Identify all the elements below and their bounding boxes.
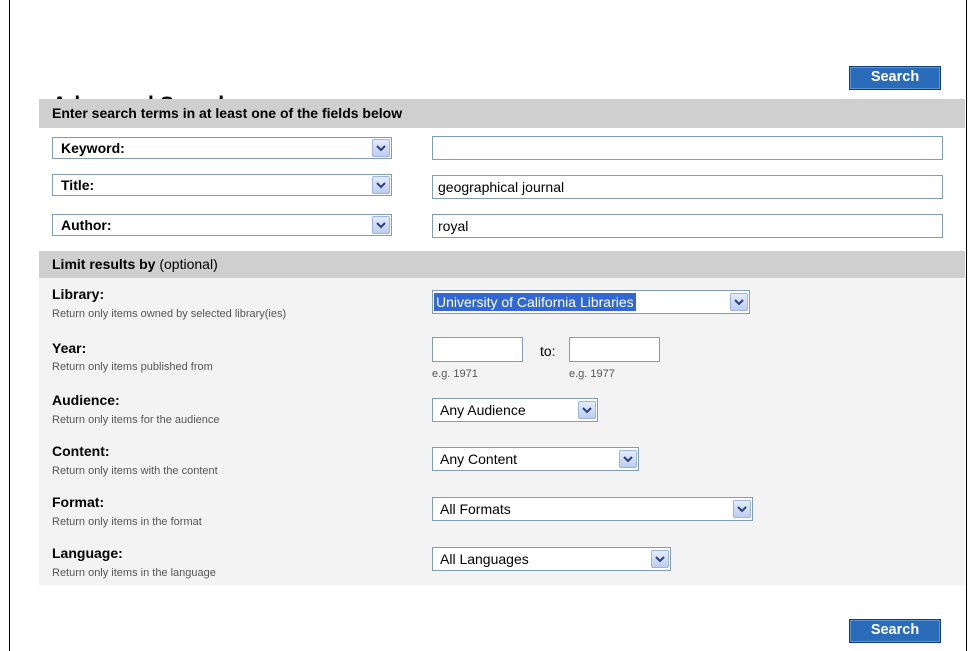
frame-right-border — [966, 0, 967, 651]
field-select-author[interactable]: Author: — [52, 214, 392, 236]
language-label: Language: — [52, 545, 123, 561]
limit-results-heading: Limit results by (optional) — [39, 251, 965, 278]
year-label: Year: — [52, 340, 87, 356]
chevron-down-icon[interactable] — [372, 139, 390, 157]
search-terms-heading-text: Enter search terms in at least one of th… — [52, 105, 403, 121]
year-from-input[interactable] — [432, 337, 523, 362]
library-select[interactable]: University of California Libraries — [432, 290, 750, 314]
chevron-down-icon[interactable] — [372, 176, 390, 194]
search-button-bottom[interactable]: Search — [849, 619, 941, 643]
library-help: Return only items owned by selected libr… — [52, 308, 287, 320]
limit-heading-text: Limit results by — [52, 256, 156, 272]
field-select-keyword[interactable]: Keyword: — [52, 137, 392, 159]
format-help: Return only items in the format — [52, 516, 202, 528]
search-button-top[interactable]: Search — [849, 66, 941, 90]
keyword-input[interactable] — [432, 136, 943, 160]
year-help: Return only items published from — [52, 361, 213, 373]
chevron-down-icon[interactable] — [619, 450, 637, 468]
audience-help: Return only items for the audience — [52, 414, 220, 426]
audience-label: Audience: — [52, 392, 120, 408]
year-to-example: e.g. 1977 — [569, 368, 615, 380]
field-select-label: Title: — [61, 177, 95, 193]
limit-heading-optional: (optional) — [159, 256, 218, 272]
format-label: Format: — [52, 494, 105, 510]
chevron-down-icon[interactable] — [733, 500, 751, 518]
year-to-label: to: — [540, 343, 556, 359]
search-terms-heading: Enter search terms in at least one of th… — [39, 99, 965, 128]
content-select[interactable]: Any Content — [432, 447, 639, 471]
year-to-input[interactable] — [569, 337, 660, 362]
chevron-down-icon[interactable] — [651, 550, 669, 568]
field-select-label: Author: — [61, 217, 112, 233]
chevron-down-icon[interactable] — [578, 401, 596, 419]
language-select[interactable]: All Languages — [432, 547, 671, 571]
content-selected-value: Any Content — [440, 451, 518, 467]
format-selected-value: All Formats — [440, 501, 511, 517]
audience-select[interactable]: Any Audience — [432, 398, 598, 422]
chevron-down-icon[interactable] — [730, 293, 748, 311]
library-label: Library: — [52, 286, 105, 302]
author-input[interactable]: royal — [432, 214, 943, 238]
field-select-title[interactable]: Title: — [52, 174, 392, 196]
field-select-label: Keyword: — [61, 140, 125, 156]
frame-left-border — [9, 0, 10, 651]
format-select[interactable]: All Formats — [432, 497, 753, 521]
limit-results-area — [39, 278, 965, 585]
year-from-example: e.g. 1971 — [432, 368, 478, 380]
content-label: Content: — [52, 443, 110, 459]
language-help: Return only items in the language — [52, 567, 216, 579]
content-help: Return only items with the content — [52, 465, 218, 477]
chevron-down-icon[interactable] — [372, 216, 390, 234]
audience-selected-value: Any Audience — [440, 402, 526, 418]
library-selected-value: University of California Libraries — [434, 293, 636, 311]
title-input[interactable]: geographical journal — [432, 175, 943, 199]
language-selected-value: All Languages — [440, 551, 529, 567]
